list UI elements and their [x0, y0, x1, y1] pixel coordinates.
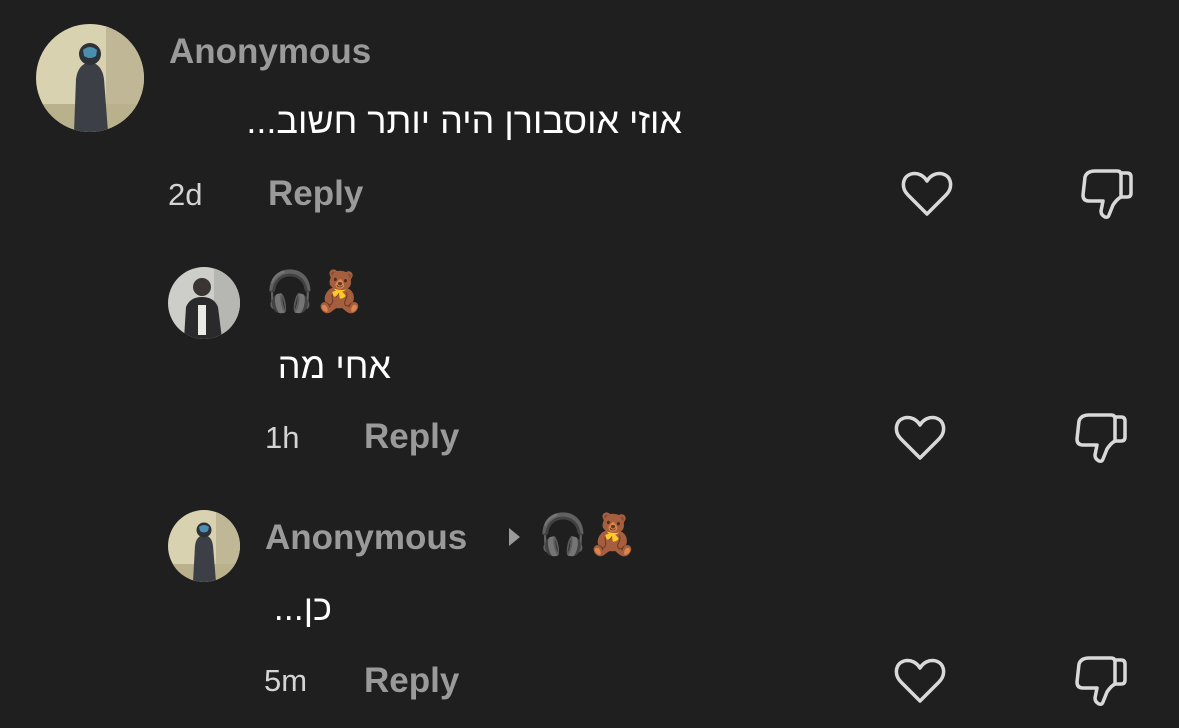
username-emoji[interactable]: 🎧🧸	[265, 272, 365, 312]
comment-timestamp: 5m	[264, 663, 308, 698]
comment-timestamp: 2d	[168, 177, 203, 212]
avatar[interactable]	[168, 510, 240, 582]
caret-right-icon	[509, 528, 520, 546]
comment-text: אוזי אוסבורן היה יותר חשוב...	[246, 100, 682, 141]
comment-text: כן...	[273, 587, 332, 628]
comment-text: אחי מה	[277, 345, 391, 386]
thumbs-down-icon[interactable]	[1073, 411, 1129, 465]
avatar[interactable]	[168, 267, 240, 339]
comment-timestamp: 1h	[265, 420, 300, 455]
heart-icon[interactable]	[894, 414, 946, 462]
reply-button[interactable]: Reply	[364, 663, 459, 698]
thumbs-down-icon[interactable]	[1073, 654, 1129, 708]
comment-username[interactable]: Anonymous	[265, 520, 467, 555]
heart-icon[interactable]	[894, 657, 946, 705]
replying-to-emoji[interactable]: 🎧🧸	[538, 515, 638, 555]
thumbs-down-icon[interactable]	[1079, 167, 1135, 221]
avatar[interactable]	[36, 24, 144, 132]
comment-username[interactable]: Anonymous	[169, 34, 371, 69]
reply-button[interactable]: Reply	[268, 176, 363, 211]
heart-icon[interactable]	[901, 170, 953, 218]
comment-thread: Anonymous אוזי אוסבורן היה יותר חשוב... …	[0, 0, 1179, 728]
reply-button[interactable]: Reply	[364, 419, 459, 454]
